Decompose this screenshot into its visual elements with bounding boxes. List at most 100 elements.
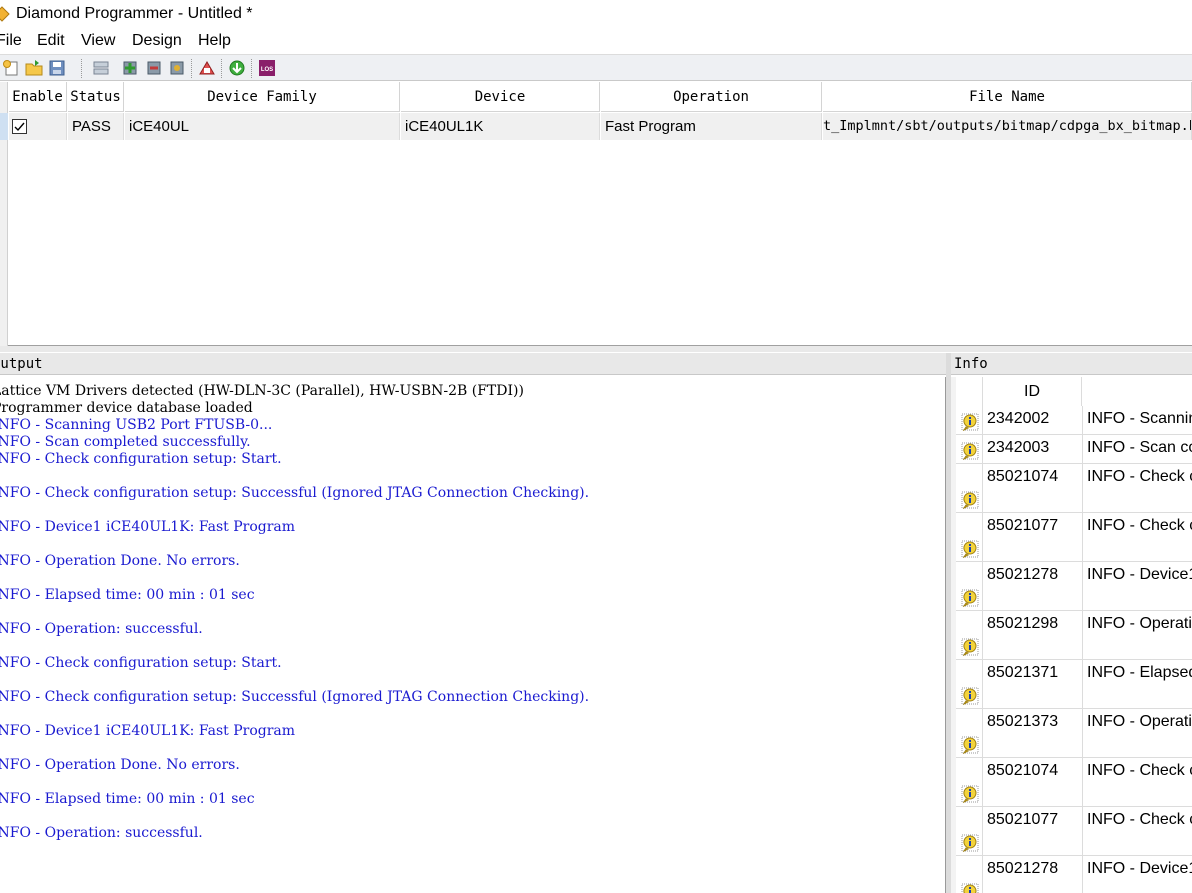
info-icon-column-header[interactable] (956, 377, 983, 406)
info-row[interactable]: 2342002 INFO - Scanning (956, 406, 1192, 435)
info-icon (961, 589, 979, 607)
column-header-file-name[interactable]: File Name (823, 82, 1192, 112)
info-icon (961, 638, 979, 656)
column-header-device[interactable]: Device (401, 82, 600, 112)
info-message: INFO - Operati (1087, 615, 1192, 632)
menu-file[interactable]: File (0, 32, 22, 50)
output-line: INFO - Check configuration setup: Succes… (0, 485, 590, 501)
output-line: INFO - Check configuration setup: Start. (0, 655, 282, 671)
info-message: INFO - Device1 (1087, 566, 1192, 583)
info-row[interactable]: 2342003 INFO - Scan co (956, 435, 1192, 464)
enable-cell[interactable] (9, 113, 67, 140)
info-panel-header: Info (951, 353, 1192, 375)
output-line: INFO - Device1 iCE40UL1K: Fast Program (0, 519, 296, 535)
program-icon[interactable] (121, 59, 139, 77)
output-line: INFO - Scan completed successfully. (0, 434, 251, 450)
selected-row-marker[interactable] (0, 113, 8, 140)
toolbar-separator (191, 59, 193, 78)
output-line: INFO - Elapsed time: 00 min : 01 sec (0, 587, 255, 603)
output-line: INFO - Device1 iCE40UL1K: Fast Program (0, 723, 296, 739)
toolbar-separator (221, 59, 223, 78)
new-icon[interactable] (2, 59, 20, 77)
menu-design[interactable]: Design (132, 32, 182, 50)
toolbar: LOS (0, 54, 1192, 81)
los-icon[interactable]: LOS (258, 59, 276, 77)
output-line: INFO - Operation: successful. (0, 825, 203, 841)
info-id: 85021371 (987, 664, 1059, 681)
info-message: INFO - Elapsed (1087, 664, 1192, 681)
column-header-operation[interactable]: Operation (601, 82, 822, 112)
debug-icon[interactable] (198, 59, 216, 77)
info-icon (961, 834, 979, 852)
info-message: INFO - Check c (1087, 762, 1192, 779)
info-id-column-header[interactable]: ID (983, 377, 1082, 406)
info-message-cell: INFO - Device1 (1082, 856, 1192, 893)
info-message-column-header[interactable] (1082, 377, 1192, 406)
info-id: 85021298 (987, 615, 1059, 632)
info-row[interactable]: 85021298 INFO - Operati (956, 611, 1192, 660)
info-row[interactable]: 85021278 INFO - Device1 (956, 562, 1192, 611)
status-cell[interactable]: PASS (68, 113, 124, 140)
info-icon-cell (956, 611, 983, 659)
device-family-cell[interactable]: iCE40UL (125, 113, 400, 140)
info-id: 2342003 (987, 439, 1050, 456)
enable-checkbox[interactable] (12, 119, 27, 134)
info-icon-cell (956, 856, 983, 893)
settings-icon[interactable] (168, 59, 186, 77)
info-id: 85021077 (987, 811, 1059, 828)
info-message-cell: INFO - Device1 (1082, 562, 1192, 610)
info-icon (961, 883, 979, 893)
info-icon-cell (956, 660, 983, 708)
horizontal-splitter[interactable] (0, 346, 1192, 352)
info-message-cell: INFO - Scan co (1082, 435, 1192, 463)
scan-icon[interactable] (92, 59, 110, 77)
info-id: 85021373 (987, 713, 1059, 730)
info-message: INFO - Device1 (1087, 860, 1192, 877)
info-message: INFO - Check c (1087, 811, 1192, 828)
info-id: 2342002 (987, 410, 1050, 427)
info-row[interactable]: 85021373 INFO - Operati (956, 709, 1192, 758)
menu-view[interactable]: View (81, 32, 115, 50)
toolbar-separator (81, 59, 83, 78)
info-icon (961, 785, 979, 803)
menu-help[interactable]: Help (198, 32, 231, 50)
info-row[interactable]: 85021077 INFO - Check c (956, 807, 1192, 856)
download-icon[interactable] (228, 59, 246, 77)
info-icon-cell (956, 758, 983, 806)
info-icon (961, 687, 979, 705)
verify-icon[interactable] (145, 59, 163, 77)
device-cell[interactable]: iCE40UL1K (401, 113, 600, 140)
info-row[interactable]: 85021074 INFO - Check c (956, 464, 1192, 513)
save-icon[interactable] (48, 59, 66, 77)
menu-edit[interactable]: Edit (37, 32, 65, 50)
info-icon-cell (956, 562, 983, 610)
file-name-cell[interactable]: t_Implmnt/sbt/outputs/bitmap/cdpga_bx_bi… (823, 113, 1192, 140)
output-line: INFO - Operation Done. No errors. (0, 757, 240, 773)
info-message: INFO - Scanning (1087, 410, 1192, 427)
info-message-cell: INFO - Operati (1082, 709, 1192, 757)
info-row[interactable]: 85021077 INFO - Check c (956, 513, 1192, 562)
info-row[interactable]: 85021074 INFO - Check c (956, 758, 1192, 807)
info-icon (961, 413, 979, 431)
output-log[interactable]: Lattice VM Drivers detected (HW-DLN-3C (… (0, 377, 946, 893)
info-icon-cell (956, 435, 983, 463)
info-message: INFO - Operati (1087, 713, 1192, 730)
toolbar-separator (251, 59, 253, 78)
column-header-status[interactable]: Status (68, 82, 124, 112)
info-message-cell: INFO - Check c (1082, 758, 1192, 806)
info-message: INFO - Check c (1087, 468, 1192, 485)
column-header-device-family[interactable]: Device Family (125, 82, 400, 112)
info-row[interactable]: 85021278 INFO - Device1 (956, 856, 1192, 893)
info-row[interactable]: 85021371 INFO - Elapsed (956, 660, 1192, 709)
info-id: 85021077 (987, 517, 1059, 534)
info-id: 85021278 (987, 566, 1059, 583)
info-icon (961, 442, 979, 460)
info-icon-cell (956, 807, 983, 855)
info-id: 85021074 (987, 762, 1059, 779)
info-list[interactable]: ID 2342002 INFO - Scanning 2342003 INFO - S… (951, 377, 1192, 893)
device-table: Enable Status Device Family Device Opera… (0, 82, 1192, 346)
open-icon[interactable] (25, 59, 43, 77)
column-header-enable[interactable]: Enable (9, 82, 67, 112)
operation-cell[interactable]: Fast Program (601, 113, 822, 140)
diamond-app-icon (0, 6, 10, 22)
